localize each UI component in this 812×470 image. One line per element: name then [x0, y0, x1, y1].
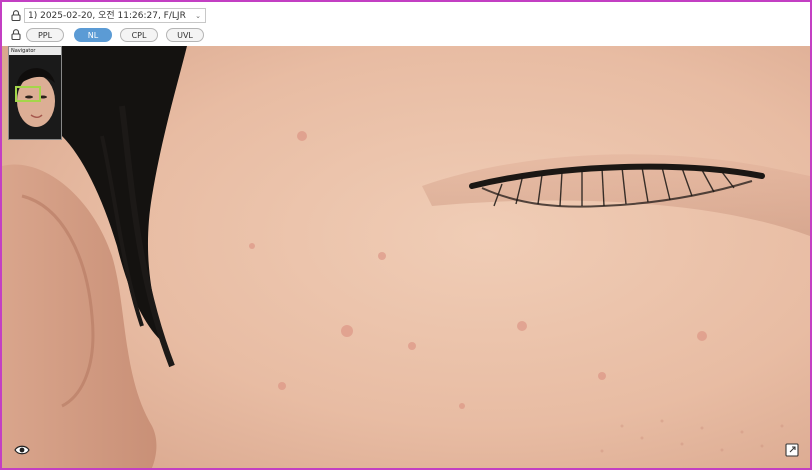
chevron-down-icon: ⌄ — [195, 12, 201, 20]
lock-icon[interactable] — [11, 29, 21, 40]
session-select[interactable]: 1) 2025-02-20, 오전 11:26:27, F/LJR ⌄ — [24, 8, 206, 23]
viewer-window: 1) 2025-02-20, 오전 11:26:27, F/LJR ⌄ PPL … — [0, 0, 812, 470]
mode-button-uvl[interactable]: UVL — [166, 28, 204, 42]
skin-photo[interactable] — [2, 46, 810, 468]
export-icon[interactable] — [785, 442, 799, 457]
navigator-title: Navigator — [9, 47, 61, 55]
face-image — [2, 46, 810, 468]
session-label: 1) 2025-02-20, 오전 11:26:27, F/LJR — [28, 11, 186, 21]
mode-button-cpl[interactable]: CPL — [120, 28, 158, 42]
navigator-panel[interactable]: Navigator — [8, 46, 62, 140]
eye-icon[interactable] — [14, 442, 30, 456]
toolbar: 1) 2025-02-20, 오전 11:26:27, F/LJR ⌄ PPL … — [2, 2, 810, 46]
mode-button-ppl[interactable]: PPL — [26, 28, 64, 42]
navigator-viewport-box[interactable] — [15, 86, 41, 102]
lock-icon[interactable] — [11, 10, 21, 21]
mode-button-nl[interactable]: NL — [74, 28, 112, 42]
